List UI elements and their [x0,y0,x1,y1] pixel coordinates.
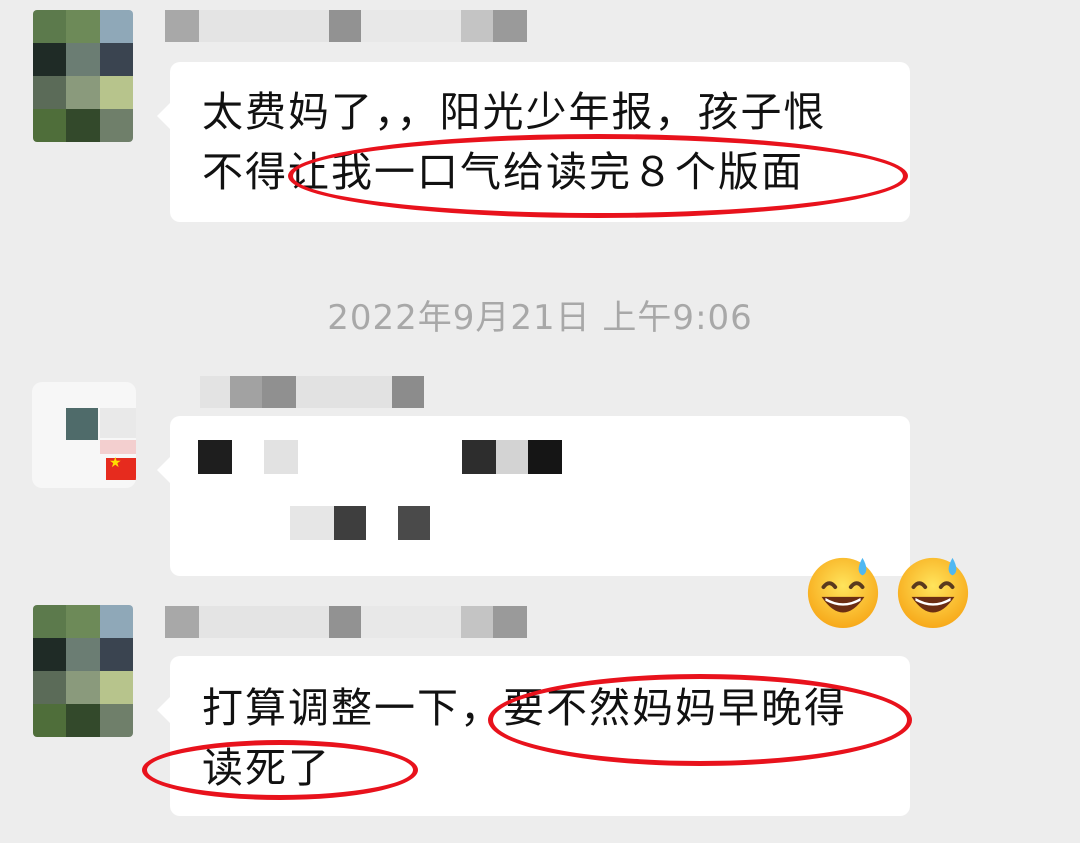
blurred-block [290,506,334,540]
flag-icon [106,455,136,480]
blurred-block [198,440,232,474]
message-line-1: 太费妈了，，阳光少年报，孩子恨 [202,88,827,136]
sender-name-blurred [165,10,565,42]
blurred-block [528,440,562,474]
message-bubble[interactable]: 太费妈了，，阳光少年报，孩子恨 不得让我一口气给读完８个版面 [157,62,910,222]
timestamp: 2022年9月21日 上午9:06 [327,298,753,338]
sender-name-blurred [200,376,440,408]
avatar[interactable] [33,10,133,142]
avatar[interactable] [33,605,133,737]
avatar[interactable] [32,382,136,488]
chat-message-3: 打算调整一下，要不然妈妈早晚得 读死了 [0,600,1080,843]
message-line-2: 不得让我一口气给读完８个版面 [202,148,804,196]
blurred-block [334,506,366,540]
blurred-block [264,440,298,474]
chat-message-1: 太费妈了，，阳光少年报，孩子恨 不得让我一口气给读完８个版面 [0,0,1080,240]
chat-message-2 [0,370,1080,580]
message-bubble[interactable]: 打算调整一下，要不然妈妈早晚得 读死了 [157,656,910,816]
message-line-1: 打算调整一下，要不然妈妈早晚得 [202,684,847,732]
blurred-block [496,440,530,474]
message-bubble-blurred[interactable] [157,416,910,576]
blurred-block [462,440,496,474]
message-line-2: 读死了 [202,744,331,792]
sender-name-blurred [165,606,565,638]
blurred-block [398,506,430,540]
